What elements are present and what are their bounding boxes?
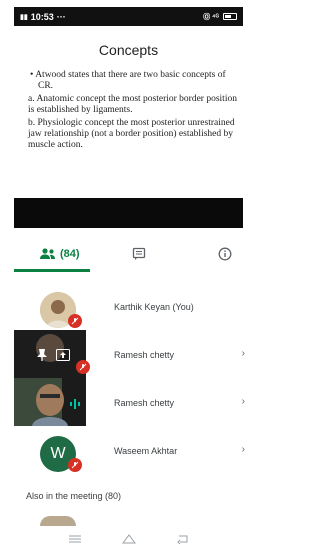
back-icon[interactable] — [176, 534, 189, 544]
participant-row[interactable]: Ramesh chetty › — [14, 378, 245, 426]
slide-bullet: • Atwood states that there are two basic… — [30, 70, 226, 91]
status-bar: ▮▮ 10:53 ··· Ⓞ ⁴ᴳ — [14, 7, 243, 26]
signal-icon: ▮▮ — [20, 13, 28, 21]
audio-level-icon — [70, 399, 80, 409]
chevron-right-icon[interactable]: › — [242, 444, 245, 455]
present-screen-icon — [56, 349, 70, 361]
participant-row[interactable]: Karthik Keyan (You) — [14, 282, 243, 330]
tab-chat[interactable] — [132, 242, 146, 266]
status-time: 10:53 — [30, 11, 54, 22]
tab-people[interactable]: (84) — [40, 242, 80, 266]
tab-info[interactable] — [218, 242, 232, 266]
participant-row[interactable] — [14, 514, 243, 526]
meeting-tabs: (84) — [14, 238, 243, 272]
mic-off-icon — [68, 458, 82, 472]
people-icon — [40, 248, 55, 259]
participant-name: Ramesh chetty — [114, 398, 175, 408]
slide-point-a: a. Anatomic concept the most posterior b… — [28, 94, 237, 115]
system-nav-bar — [0, 530, 257, 548]
info-icon — [218, 247, 232, 261]
participant-name: Karthik Keyan (You) — [114, 302, 194, 312]
participant-tile — [14, 330, 90, 378]
status-left: ▮▮ 10:53 ··· — [20, 12, 66, 22]
status-right: Ⓞ ⁴ᴳ — [203, 12, 237, 22]
slide-bullet-text: Atwood states that there are two basic c… — [35, 70, 226, 91]
chat-icon — [132, 247, 146, 260]
participant-row[interactable]: Ramesh chetty › — [14, 330, 245, 378]
participant-name: Waseem Akhtar — [114, 446, 178, 456]
chevron-right-icon[interactable]: › — [242, 348, 245, 359]
slide-point-b: b. Physiologic concept the most posterio… — [28, 118, 235, 150]
participant-row[interactable]: W Waseem Akhtar › — [14, 426, 245, 474]
also-in-meeting-label: Also in the meeting (80) — [26, 491, 122, 501]
chevron-right-icon[interactable]: › — [242, 396, 245, 407]
participant-video — [14, 378, 86, 426]
avatar-initial: W — [50, 445, 66, 462]
home-icon[interactable] — [121, 534, 136, 544]
mic-off-icon — [68, 314, 82, 328]
people-count: (84) — [60, 248, 80, 260]
status-dots: ··· — [56, 11, 66, 22]
participant-name: Ramesh chetty — [114, 350, 175, 360]
battery-icon — [223, 13, 237, 20]
menu-icon[interactable] — [68, 535, 81, 543]
active-tab-indicator — [14, 269, 90, 272]
slide-title: Concepts — [98, 42, 159, 58]
presented-slide: Concepts • Atwood states that there are … — [14, 26, 243, 206]
pin-icon[interactable] — [36, 348, 48, 362]
video-strip — [14, 198, 243, 228]
slide-body: • Atwood states that there are two basic… — [28, 70, 237, 153]
status-indicators: Ⓞ ⁴ᴳ — [203, 13, 219, 21]
avatar — [40, 516, 76, 526]
mic-off-icon — [76, 360, 90, 374]
